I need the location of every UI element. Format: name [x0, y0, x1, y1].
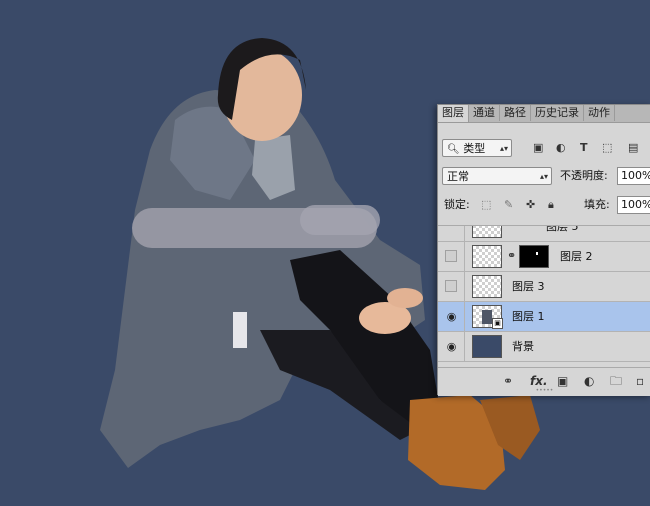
layer-row[interactable]: 图层 3 — [438, 272, 650, 302]
folder-icon[interactable]: 🗀︎ — [610, 374, 622, 388]
type-filter-icon[interactable]: T — [580, 139, 588, 157]
tab-channels[interactable]: 通道 — [469, 105, 500, 121]
layer-mask-thumbnail[interactable] — [519, 245, 549, 268]
layer-row[interactable]: ◉ 背景 — [438, 332, 650, 362]
divider — [464, 302, 465, 332]
blend-mode-value: 正常 — [447, 170, 469, 183]
layer-row[interactable]: 图层 5 — [438, 226, 650, 242]
layer-name[interactable]: 图层 2 — [560, 242, 593, 272]
adjustment-filter-icon[interactable]: ◐ — [556, 139, 566, 157]
filter-kind-select[interactable]: 🔍︎ 类型 ▴▾ — [442, 139, 512, 157]
panel-footer: ⚭ fx. ▣ ◐ 🗀︎ ▫ ••••• — [438, 367, 650, 396]
layer-thumbnail: ▣ — [472, 305, 503, 329]
chevron-updown-icon: ▴▾ — [539, 172, 548, 181]
layer-thumbnail — [472, 226, 502, 238]
layer-thumbnail — [472, 275, 502, 298]
lock-pixels-brush-icon[interactable]: ✎ — [504, 196, 513, 214]
layer-row[interactable]: ⚭ 图层 2 — [438, 242, 650, 272]
divider — [464, 272, 465, 302]
lock-label: 锁定: — [444, 198, 470, 211]
visibility-toggle[interactable] — [445, 280, 457, 292]
eye-icon[interactable]: ◉ — [445, 340, 458, 353]
smart-object-filter-icon[interactable]: ▤ — [628, 139, 638, 157]
smart-object-badge-icon: ▣ — [492, 318, 503, 329]
layer-list: 图层 5 ⚭ 图层 2 图层 3 ◉ ▣ 图层 1 ◉ 背景 — [438, 225, 650, 368]
layer-name[interactable]: 图层 5 — [546, 226, 579, 242]
filter-kind-label: 类型 — [463, 142, 486, 155]
layer-name[interactable]: 图层 1 — [512, 302, 545, 332]
pixel-filter-icon[interactable]: ▣ — [533, 139, 543, 157]
panel-tabs: 图层 通道 路径 历史记录 动作 — [438, 105, 650, 123]
layer-thumbnail — [472, 335, 502, 358]
shape-filter-icon[interactable]: ⬚ — [602, 139, 612, 157]
link-icon[interactable]: ⚭ — [503, 374, 513, 388]
layers-panel: 图层 通道 路径 历史记录 动作 🔍︎ 类型 ▴▾ ▣ ◐ T ⬚ ▤ 正常 ▴… — [437, 104, 650, 396]
tab-paths[interactable]: 路径 — [500, 105, 531, 121]
tab-actions[interactable]: 动作 — [584, 105, 615, 121]
tab-history[interactable]: 历史记录 — [531, 105, 584, 121]
lock-position-move-icon[interactable]: ✜ — [526, 196, 535, 214]
fill-label: 填充: — [584, 198, 610, 211]
eye-icon[interactable]: ◉ — [445, 310, 458, 323]
search-icon: 🔍︎ — [447, 144, 460, 155]
mask-icon[interactable]: ▣ — [557, 374, 568, 388]
fill-field[interactable]: 100% — [617, 196, 650, 214]
layer-name[interactable]: 背景 — [512, 332, 534, 362]
link-chain-icon[interactable]: ⚭ — [507, 249, 516, 262]
fx-icon[interactable]: fx. — [530, 374, 548, 388]
divider — [464, 242, 465, 272]
new-layer-icon[interactable]: ▫ — [636, 374, 644, 388]
adjustment-icon[interactable]: ◐ — [584, 374, 594, 388]
lock-all-icon[interactable]: 🔒︎ — [548, 196, 554, 214]
divider — [464, 226, 465, 242]
opacity-field[interactable]: 100% — [617, 167, 650, 185]
blend-mode-select[interactable]: 正常 ▴▾ — [442, 167, 552, 185]
visibility-toggle[interactable] — [445, 250, 457, 262]
figure-preview — [482, 310, 492, 324]
layer-thumbnail — [472, 245, 502, 268]
lock-transparent-icon[interactable]: ⬚ — [481, 196, 491, 214]
chevron-updown-icon: ▴▾ — [499, 144, 508, 153]
resize-grip[interactable]: ••••• — [438, 388, 650, 394]
opacity-label: 不透明度: — [560, 169, 608, 182]
layer-row-selected[interactable]: ◉ ▣ 图层 1 — [438, 302, 650, 332]
layer-name[interactable]: 图层 3 — [512, 272, 545, 302]
tab-layers[interactable]: 图层 — [438, 105, 469, 122]
divider — [464, 332, 465, 362]
